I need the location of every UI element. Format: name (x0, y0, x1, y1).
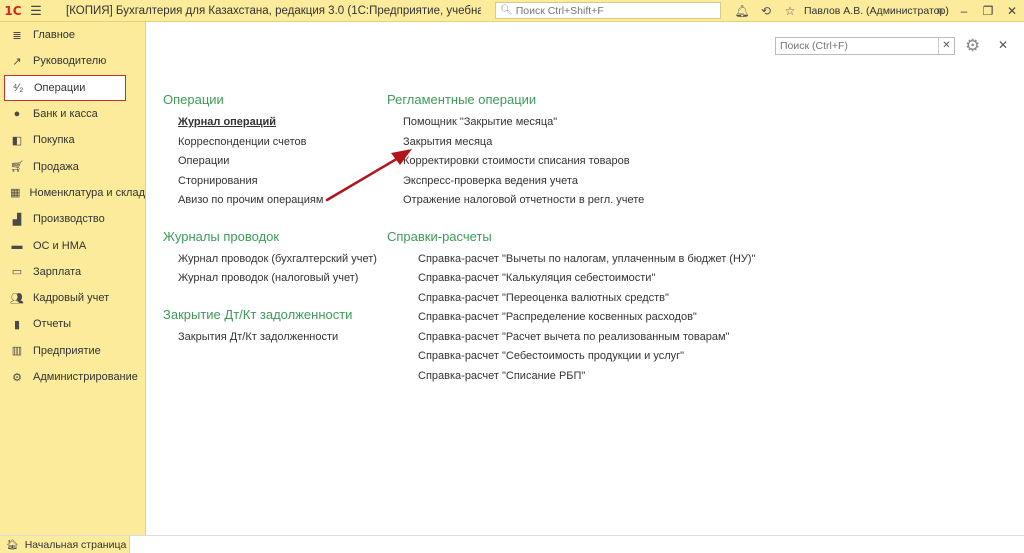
footer-bar: 🏠︎ Начальная страница (0, 535, 1024, 553)
panel-search[interactable]: ✕ (775, 37, 955, 55)
link-tax-reporting[interactable]: Отражение налоговой отчетности в регл. у… (403, 194, 644, 206)
toolbar-icons: 🔔︎ ⟲ ☆ (730, 0, 802, 22)
sidebar-item-sales[interactable]: 🛒︎ Продажа (0, 153, 145, 179)
bar-chart-icon: ▮ (13, 318, 21, 331)
sidebar-item-operations[interactable]: ⁴⁄₂ Операции (4, 74, 126, 101)
link-debt-closing[interactable]: Закрытия Дт/Кт задолженности (178, 331, 338, 343)
link-report-currency-revaluation[interactable]: Справка-расчет "Переоценка валютных сред… (418, 292, 669, 304)
section-operations-title: Операции (163, 92, 224, 107)
app-logo: 1С (4, 3, 22, 18)
trend-icon: ↗ (12, 55, 22, 68)
panel-search-input[interactable] (776, 38, 938, 54)
section-regulatory-title: Регламентные операции (387, 92, 537, 107)
link-advice-other[interactable]: Авизо по прочим операциям (178, 194, 323, 206)
sections-sidebar: ≣ Главное ↗ Руководителю ⁴⁄₂ Операции ● Банк… (0, 22, 146, 535)
truck-icon: ▬ (11, 239, 23, 252)
link-reversals[interactable]: Сторнирования (178, 175, 258, 187)
link-report-indirect-costs[interactable]: Справка-расчет "Распределение косвенных … (418, 311, 697, 323)
restore-icon[interactable]: ❐ (976, 4, 1000, 18)
section-closing-title: Закрытие Дт/Кт задолженности (163, 307, 353, 322)
basket-icon: ◧ (11, 134, 23, 147)
window-controls: ≡ – ❐ ✕ (928, 0, 1024, 22)
home-icon: 🏠︎ (6, 539, 19, 551)
link-cost-adjustments[interactable]: Корректировки стоимости списания товаров (403, 155, 630, 167)
link-report-deferred-expenses[interactable]: Справка-расчет "Списание РБП" (418, 370, 585, 382)
link-report-production-cost[interactable]: Справка-расчет "Себестоимость продукции … (418, 350, 684, 362)
sidebar-item-purchase[interactable]: ◧ Покупка (0, 127, 145, 153)
link-account-correspondence[interactable]: Корреспонденции счетов (178, 136, 307, 148)
sidebar-item-bank[interactable]: ● Банк и касса (0, 101, 145, 127)
close-window-icon[interactable]: ✕ (1000, 4, 1024, 18)
title-bar: 1С ☰ [КОПИЯ] Бухгалтерия для Казахстана,… (0, 0, 1024, 22)
clear-search-icon[interactable]: ✕ (938, 38, 954, 54)
link-report-goods-deduction[interactable]: Справка-расчет "Расчет вычета по реализо… (418, 331, 729, 343)
global-search[interactable]: 🔍︎ (495, 2, 721, 19)
menu-lines-icon: ≣ (12, 29, 22, 42)
sidebar-item-nomenclature[interactable]: ▦ Номенклатура и склад (0, 180, 145, 206)
star-icon[interactable]: ☆ (778, 4, 802, 18)
panel-settings-icon[interactable]: ⚙ (965, 36, 980, 56)
sidebar-item-hr[interactable]: 👥︎ Кадровый учет (0, 285, 145, 311)
search-icon: 🔍︎ (500, 5, 513, 16)
bell-icon[interactable]: 🔔︎ (730, 4, 754, 18)
sidebar-item-fixed-assets[interactable]: ▬ ОС и НМА (0, 232, 145, 258)
link-month-closing[interactable]: Закрытия месяца (403, 136, 492, 148)
money-icon: ▭ (11, 266, 23, 279)
link-report-tax-deductions[interactable]: Справка-расчет "Вычеты по налогам, уплач… (418, 253, 755, 265)
link-month-closing-assistant[interactable]: Помощник "Закрытие месяца" (403, 116, 557, 128)
window-title: [КОПИЯ] Бухгалтерия для Казахстана, реда… (66, 4, 481, 17)
sidebar-item-reports[interactable]: ▮ Отчеты (0, 311, 145, 337)
sidebar-item-salary[interactable]: ▭ Зарплата (0, 259, 145, 285)
building-icon: ▥ (11, 345, 23, 358)
settings-menu-icon[interactable]: ≡ (928, 4, 952, 18)
grid-icon: ▦ (10, 187, 21, 200)
link-express-check[interactable]: Экспресс-проверка ведения учета (403, 175, 578, 187)
link-journal-tax[interactable]: Журнал проводок (налоговый учет) (178, 272, 358, 284)
cart-icon: 🛒︎ (10, 161, 24, 174)
sidebar-item-main[interactable]: ≣ Главное (0, 22, 145, 48)
sidebar-item-production[interactable]: ▟ Производство (0, 206, 145, 232)
sidebar-item-administration[interactable]: ⚙ Администрирование (0, 364, 145, 390)
sidebar-item-manager[interactable]: ↗ Руководителю (0, 48, 145, 74)
minimize-icon[interactable]: – (952, 4, 976, 18)
operations-icon: ⁴⁄₂ (12, 81, 24, 94)
history-icon[interactable]: ⟲ (754, 4, 778, 18)
main-content: ✕ ⚙ ✕ Операции Журнал операций Корреспон… (147, 22, 1024, 535)
global-search-input[interactable] (515, 4, 716, 17)
section-journals-title: Журналы проводок (163, 229, 280, 244)
close-panel-icon[interactable]: ✕ (998, 38, 1008, 52)
people-icon: 👥︎ (10, 292, 24, 305)
link-report-costing[interactable]: Справка-расчет "Калькуляция себестоимост… (418, 272, 655, 284)
link-journal-accounting[interactable]: Журнал проводок (бухгалтерский учет) (178, 253, 377, 265)
gear-icon: ⚙ (12, 371, 22, 384)
link-operations[interactable]: Операции (178, 155, 229, 167)
home-tab[interactable]: 🏠︎ Начальная страница (0, 536, 130, 553)
link-operations-journal[interactable]: Журнал операций (178, 116, 276, 128)
factory-icon: ▟ (12, 213, 22, 226)
hamburger-menu-icon[interactable]: ☰ (26, 0, 46, 22)
sidebar-item-enterprise[interactable]: ▥ Предприятие (0, 338, 145, 364)
coin-icon: ● (13, 108, 21, 121)
section-reports-title: Справки-расчеты (387, 229, 492, 244)
